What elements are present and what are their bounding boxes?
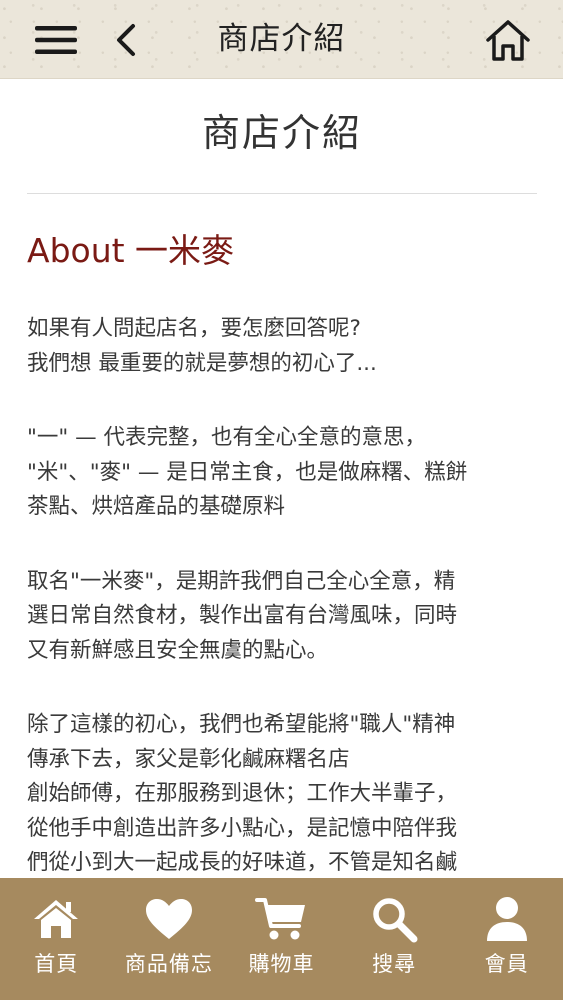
tab-label: 首頁 [34, 952, 79, 976]
paragraph-line: 如果有人問起店名，要怎麼回答呢? [27, 316, 361, 341]
tab-label: 商品備忘 [124, 952, 213, 976]
tab-label: 購物車 [248, 952, 315, 976]
paragraph-naming: 取名"一米麥"，是期許我們自己全心全意，精 選日常自然食材，製作出富有台灣風味，… [27, 565, 537, 669]
tab-cart[interactable]: 購物車 [225, 878, 338, 1000]
tab-home[interactable]: 首頁 [0, 878, 113, 1000]
paragraph-line: 茶點、烘焙產品的基礎原料 [27, 494, 286, 519]
paragraph-line: 傳承下去，家父是彰化鹹麻糬名店 [27, 746, 350, 772]
paragraph-line: 創始師傅，在那服務到退休；工作大半輩子， [27, 781, 458, 806]
paragraph-line: 除了這樣的初心，我們也希望能將"職人"精神 [27, 712, 456, 737]
scroll-content[interactable]: 商店介紹 About 一米麥 如果有人問起店名，要怎麼回答呢? 我們想 最重要的… [27, 78, 537, 878]
page-title: 商店介紹 [201, 111, 362, 155]
home-outline-icon [486, 20, 530, 61]
home-icon [34, 900, 79, 938]
tab-label: 搜尋 [372, 952, 417, 976]
paragraph-intro: 如果有人問起店名，要怎麼回答呢? 我們想 最重要的就是夢想的初心了... [27, 312, 537, 381]
tab-member[interactable]: 會員 [450, 878, 563, 1000]
tab-wishlist[interactable]: 商品備忘 [113, 878, 226, 1000]
tab-search[interactable]: 搜尋 [338, 878, 451, 1000]
paragraph-line: "一" — 代表完整，也有全心全意的意思， [27, 425, 426, 450]
paragraph-line: 從他手中創造出許多小點心，是記憶中陪伴我 [27, 815, 458, 841]
tab-label: 會員 [484, 952, 529, 976]
search-icon [373, 898, 418, 943]
divider [27, 193, 537, 194]
paragraph-line: 我們想 最重要的就是夢想的初心了... [27, 350, 377, 376]
paragraph-line: 選日常自然食材，製作出富有台灣風味，同時 [27, 603, 458, 628]
bottom-tab-bar: 首頁 商品備忘 購物車 搜尋 會員 [0, 878, 563, 1000]
user-icon [486, 897, 527, 941]
paragraph-name-meaning: "一" — 代表完整，也有全心全意的意思， "米"、"麥" — 是日常主食，也是… [27, 421, 537, 525]
about-heading: About 一米麥 [27, 231, 235, 270]
heart-icon [145, 899, 192, 939]
paragraph-line: 又有新鮮感且安全無虞的點心。 [27, 637, 329, 663]
paragraph-line: "米"、"麥" — 是日常主食，也是做麻糬、糕餅 [27, 459, 468, 485]
top-navigation-bar: 商店介紹 [0, 0, 563, 79]
paragraph-line: 取名"一米麥"，是期許我們自己全心全意，精 [27, 568, 456, 594]
paragraph-craftsman: 除了這樣的初心，我們也希望能將"職人"精神 傳承下去，家父是彰化鹹麻糬名店 創始… [27, 708, 537, 878]
paragraph-line: 們從小到大一起成長的好味道，不管是知名鹹 [27, 850, 458, 875]
cart-icon [255, 898, 306, 940]
home-button[interactable] [478, 18, 538, 62]
